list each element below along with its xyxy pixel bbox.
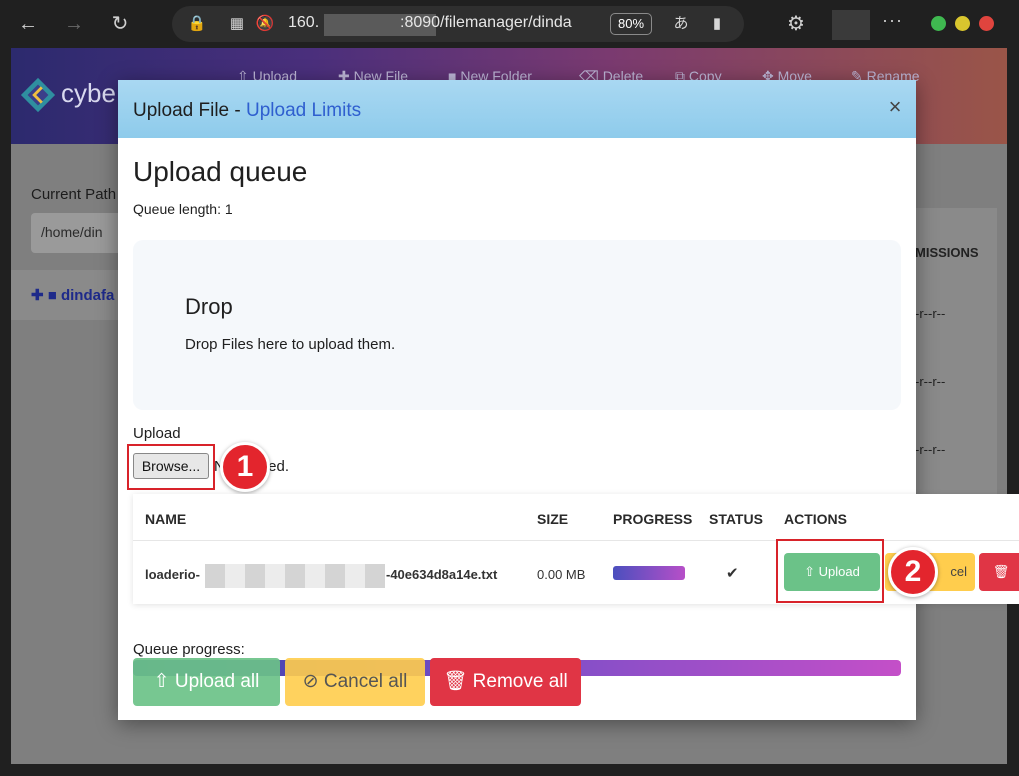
reload-icon[interactable]: ↻ — [106, 10, 134, 38]
col-header-name: NAME — [145, 511, 187, 527]
remove-all-button[interactable]: 🗑 Remove all — [430, 658, 581, 706]
url-prefix: 160. — [288, 14, 320, 31]
col-header-status: STATUS — [709, 511, 763, 527]
address-bar[interactable]: 🔒 ▦ 🔕 160. :8090/filemanager/dinda 80% あ… — [172, 6, 744, 42]
remove-all-label: Remove all — [472, 671, 568, 692]
forward-arrow-icon[interactable]: → — [60, 10, 88, 38]
drop-text: Drop Files here to upload them. — [185, 336, 396, 353]
upload-all-button[interactable]: ⇧ Upload all — [133, 658, 280, 706]
notifications-muted-icon[interactable]: 🔕 — [254, 13, 276, 35]
queue-progress-label: Queue progress: — [133, 641, 245, 658]
modal-title-text: Upload File - — [133, 100, 246, 121]
extension-slot[interactable] — [832, 10, 870, 40]
file-name-end: -40e634d8a14e.txt — [386, 567, 498, 582]
row-divider — [133, 540, 1019, 541]
permission-cell: -r--r-- — [915, 306, 946, 321]
col-header-actions: ACTIONS — [784, 511, 847, 527]
zoom-level[interactable]: 80% — [610, 13, 652, 35]
file-progress-bar — [613, 566, 685, 580]
close-icon[interactable]: × — [884, 96, 906, 118]
annotation-step-2: 2 — [888, 547, 938, 597]
cancel-all-button[interactable]: ⊘ Cancel all — [285, 658, 425, 706]
annotation-step-1: 1 — [220, 442, 270, 492]
lock-icon[interactable]: 🔒 — [186, 13, 208, 35]
minimize-window-icon[interactable] — [955, 16, 970, 31]
app-logo-icon — [20, 77, 56, 113]
annotation-highlight-browse — [127, 444, 215, 490]
check-icon: ✔ — [726, 565, 739, 582]
col-header-progress: PROGRESS — [613, 511, 693, 527]
permissions-header: MISSIONS — [915, 245, 979, 260]
upload-file-modal: Upload File - Upload Limits × Upload que… — [118, 80, 1019, 720]
file-progress-fill — [613, 566, 685, 580]
folder-tree-item[interactable]: ✚ ■ dindafa — [31, 286, 114, 304]
permission-cell: -r--r-- — [915, 374, 946, 389]
close-window-icon[interactable] — [979, 16, 994, 31]
drop-zone[interactable]: Drop Drop Files here to upload them. — [133, 240, 901, 410]
cancel-all-label: Cancel all — [323, 671, 408, 692]
more-menu-icon[interactable]: ··· — [882, 10, 903, 31]
queue-title: Upload queue — [133, 156, 308, 187]
drop-title: Drop — [185, 294, 233, 319]
upload-all-label: Upload all — [174, 671, 260, 692]
upload-label: Upload — [133, 425, 181, 442]
folder-tree-item-label: dindafa — [60, 287, 115, 304]
upload-limits-link[interactable]: Upload Limits — [246, 100, 361, 121]
annotation-highlight-upload — [776, 539, 884, 603]
site-info-icon[interactable]: ▦ — [226, 13, 248, 35]
browser-chrome: ← → ↻ 🔒 ▦ 🔕 160. :8090/filemanager/dinda… — [0, 0, 1019, 48]
queue-length: Queue length: 1 — [133, 201, 233, 217]
trash-icon[interactable]: 🗑 — [979, 553, 1019, 591]
current-path-label: Current Path — [31, 186, 117, 203]
maximize-window-icon[interactable] — [931, 16, 946, 31]
back-arrow-icon[interactable]: ← — [14, 10, 42, 38]
url-suffix: :8090/filemanager/dinda — [400, 14, 572, 31]
translate-icon[interactable]: あ — [670, 13, 692, 35]
col-header-size: SIZE — [537, 511, 569, 527]
file-name-redaction — [205, 564, 385, 588]
file-name-start: loaderio- — [145, 567, 200, 582]
reading-view-icon[interactable]: ▮ — [706, 13, 728, 35]
modal-title: Upload File - Upload Limits — [133, 100, 361, 122]
file-size: 0.00 MB — [537, 567, 586, 582]
brand-name: cybe — [61, 78, 116, 108]
extensions-icon[interactable]: ⚙ — [782, 10, 810, 38]
permission-cell: -r--r-- — [915, 442, 946, 457]
modal-header: Upload File - Upload Limits × — [118, 80, 916, 138]
queue-table: NAME SIZE PROGRESS STATUS ACTIONS loader… — [133, 494, 1019, 604]
